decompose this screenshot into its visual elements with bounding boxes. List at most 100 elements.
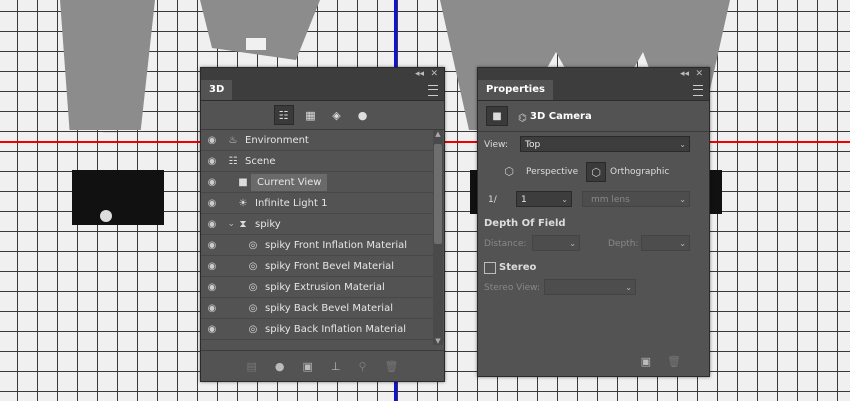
layer-row[interactable]: ◉ ■ Current View bbox=[201, 172, 444, 193]
visibility-eye-icon[interactable]: ◉ bbox=[201, 261, 223, 272]
visibility-eye-icon[interactable]: ◉ bbox=[201, 345, 223, 346]
material-icon: ◎ bbox=[248, 239, 258, 251]
visibility-eye-icon[interactable]: ◉ bbox=[201, 198, 223, 209]
letter-shape bbox=[60, 0, 155, 130]
gizmo-dash bbox=[103, 132, 117, 133]
dark-shape bbox=[708, 170, 722, 214]
trash-icon[interactable]: 🗑 bbox=[667, 355, 681, 368]
visibility-eye-icon[interactable]: ◉ bbox=[201, 303, 223, 314]
layer-label: spiky Back Inflation Material bbox=[265, 323, 406, 335]
visibility-eye-icon[interactable]: ◉ bbox=[201, 135, 223, 146]
coordinates-icon[interactable]: ⌬ bbox=[518, 113, 527, 124]
close-icon[interactable]: ✕ bbox=[430, 68, 438, 80]
scroll-thumb[interactable] bbox=[434, 144, 442, 244]
tab-3d[interactable]: 3D bbox=[201, 80, 233, 100]
render-settings-icon[interactable]: ▤ bbox=[246, 360, 256, 373]
camera-icon: ■ bbox=[238, 176, 248, 188]
material-icon: ◎ bbox=[248, 323, 258, 335]
orthographic-label[interactable]: Orthographic bbox=[610, 167, 669, 177]
layer-row[interactable]: ◉ ☷ Scene bbox=[201, 151, 444, 172]
chevron-down-icon: ⌄ bbox=[561, 195, 568, 204]
material-icon: ◎ bbox=[248, 281, 258, 293]
panel-3d-topbar[interactable]: ◂◂ ✕ bbox=[201, 68, 444, 80]
layer-label: spiky Back Bevel Material bbox=[265, 302, 393, 314]
mesh-icon: ⧗ bbox=[239, 218, 247, 230]
distance-field: ⌄ bbox=[532, 235, 580, 251]
depth-field: ⌄ bbox=[641, 235, 690, 251]
tab-properties[interactable]: Properties bbox=[478, 80, 553, 100]
dof-heading: Depth Of Field bbox=[484, 218, 566, 229]
zoom-select[interactable]: 1 ⌄ bbox=[516, 191, 572, 207]
visibility-eye-icon[interactable]: ◉ bbox=[201, 240, 223, 251]
visibility-eye-icon[interactable]: ◉ bbox=[201, 219, 223, 230]
properties-header: ■ ⌬ 3D Camera bbox=[478, 101, 709, 132]
layer-label: Environment bbox=[245, 134, 309, 146]
panel-3d-bottom-bar: ▤ ● ▣ ⊥ ⚲ 🗑 bbox=[201, 350, 444, 381]
panel-3d-tabrow: 3D bbox=[201, 80, 444, 101]
panel-3d: ◂◂ ✕ 3D ☷ ▦ ◈ ● ◉ ♨ Environment ◉ ☷ Scene ◉ ■ Cu… bbox=[200, 67, 445, 382]
light-bulb-gizmo[interactable] bbox=[100, 210, 112, 222]
stereo-view-select: ⌄ bbox=[544, 279, 636, 295]
layer-row[interactable]: ◉ ◎ spiky Back Bevel Material bbox=[201, 298, 444, 319]
panel-menu-icon[interactable] bbox=[693, 85, 703, 96]
add-object-icon[interactable]: ▣ bbox=[302, 360, 312, 373]
layer-row[interactable]: ◉ ◌Boundary Constraint 1 bbox=[201, 340, 444, 346]
view-label: View: bbox=[484, 140, 508, 150]
properties-panel: ◂◂ ✕ Properties ■ ⌬ 3D Camera View: Top … bbox=[477, 67, 710, 377]
reset-icon[interactable]: ⚲ bbox=[358, 360, 366, 373]
layer-row[interactable]: ◉ ☀ Infinite Light 1 bbox=[201, 193, 444, 214]
material-icon: ◎ bbox=[248, 302, 258, 314]
material-icon[interactable]: ◈ bbox=[328, 106, 346, 124]
collapse-icon[interactable]: ◂◂ bbox=[680, 68, 689, 80]
stereo-label[interactable]: Stereo bbox=[499, 262, 536, 273]
view-select[interactable]: Top ⌄ bbox=[520, 136, 690, 152]
letter-gap bbox=[246, 38, 266, 50]
light-icon[interactable]: ● bbox=[354, 106, 372, 124]
chevron-down-icon: ⌄ bbox=[679, 239, 686, 248]
ground-icon[interactable]: ⊥ bbox=[331, 360, 341, 373]
scroll-up-icon[interactable]: ▲ bbox=[433, 130, 443, 138]
layer-label: spiky bbox=[255, 218, 281, 230]
layer-label: Boundary Constraint 1 bbox=[261, 345, 378, 346]
add-light-icon[interactable]: ● bbox=[275, 360, 285, 373]
whole-scene-icon[interactable]: ☷ bbox=[273, 105, 294, 125]
layer-row[interactable]: ◉ ◎ spiky Back Inflation Material bbox=[201, 319, 444, 340]
layer-row[interactable]: ◉ ◎ spiky Front Bevel Material bbox=[201, 256, 444, 277]
perspective-icon[interactable]: ⬡ bbox=[500, 162, 518, 180]
layers-list[interactable]: ◉ ♨ Environment ◉ ☷ Scene ◉ ■ Current View ◉ ☀ Infi… bbox=[201, 130, 444, 345]
view-value: Top bbox=[525, 140, 541, 150]
layer-label: spiky Extrusion Material bbox=[265, 281, 385, 293]
add-object-icon[interactable]: ▣ bbox=[641, 355, 651, 368]
light-icon: ☀ bbox=[238, 197, 248, 209]
visibility-eye-icon[interactable]: ◉ bbox=[201, 177, 223, 188]
layer-label: spiky Front Bevel Material bbox=[265, 260, 395, 272]
expand-chevron-icon[interactable]: ⌄ bbox=[223, 219, 235, 229]
visibility-eye-icon[interactable]: ◉ bbox=[201, 324, 223, 335]
lens-placeholder: mm lens bbox=[591, 195, 630, 205]
camera-icon[interactable]: ■ bbox=[486, 106, 508, 126]
layer-row[interactable]: ◉ ◎ spiky Extrusion Material bbox=[201, 277, 444, 298]
collapse-icon[interactable]: ◂◂ bbox=[415, 68, 424, 80]
scroll-down-icon[interactable]: ▼ bbox=[433, 337, 443, 345]
layer-row[interactable]: ◉ ⌄ ⧗ spiky bbox=[201, 214, 444, 235]
orthographic-icon[interactable]: ⬡ bbox=[586, 162, 606, 182]
visibility-eye-icon[interactable]: ◉ bbox=[201, 156, 223, 167]
stereo-checkbox[interactable] bbox=[484, 262, 496, 274]
close-icon[interactable]: ✕ bbox=[695, 68, 703, 80]
layers-scrollbar[interactable]: ▲ ▼ bbox=[433, 130, 443, 345]
properties-tabrow: Properties bbox=[478, 80, 709, 101]
chevron-down-icon: ⌄ bbox=[569, 239, 576, 248]
chevron-down-icon: ⌄ bbox=[679, 140, 686, 149]
chevron-down-icon: ⌄ bbox=[679, 195, 686, 204]
visibility-eye-icon[interactable]: ◉ bbox=[201, 282, 223, 293]
fraction-label: 1/ bbox=[488, 195, 497, 205]
mesh-icon[interactable]: ▦ bbox=[302, 106, 320, 124]
layer-label: Infinite Light 1 bbox=[255, 197, 328, 209]
panel-menu-icon[interactable] bbox=[428, 85, 438, 96]
layer-row[interactable]: ◉ ◎ spiky Front Inflation Material bbox=[201, 235, 444, 256]
layer-row[interactable]: ◉ ♨ Environment bbox=[201, 130, 444, 151]
properties-title: 3D Camera bbox=[530, 110, 592, 122]
properties-topbar[interactable]: ◂◂ ✕ bbox=[478, 68, 709, 80]
trash-icon[interactable]: 🗑 bbox=[385, 360, 399, 373]
perspective-label[interactable]: Perspective bbox=[526, 167, 578, 177]
